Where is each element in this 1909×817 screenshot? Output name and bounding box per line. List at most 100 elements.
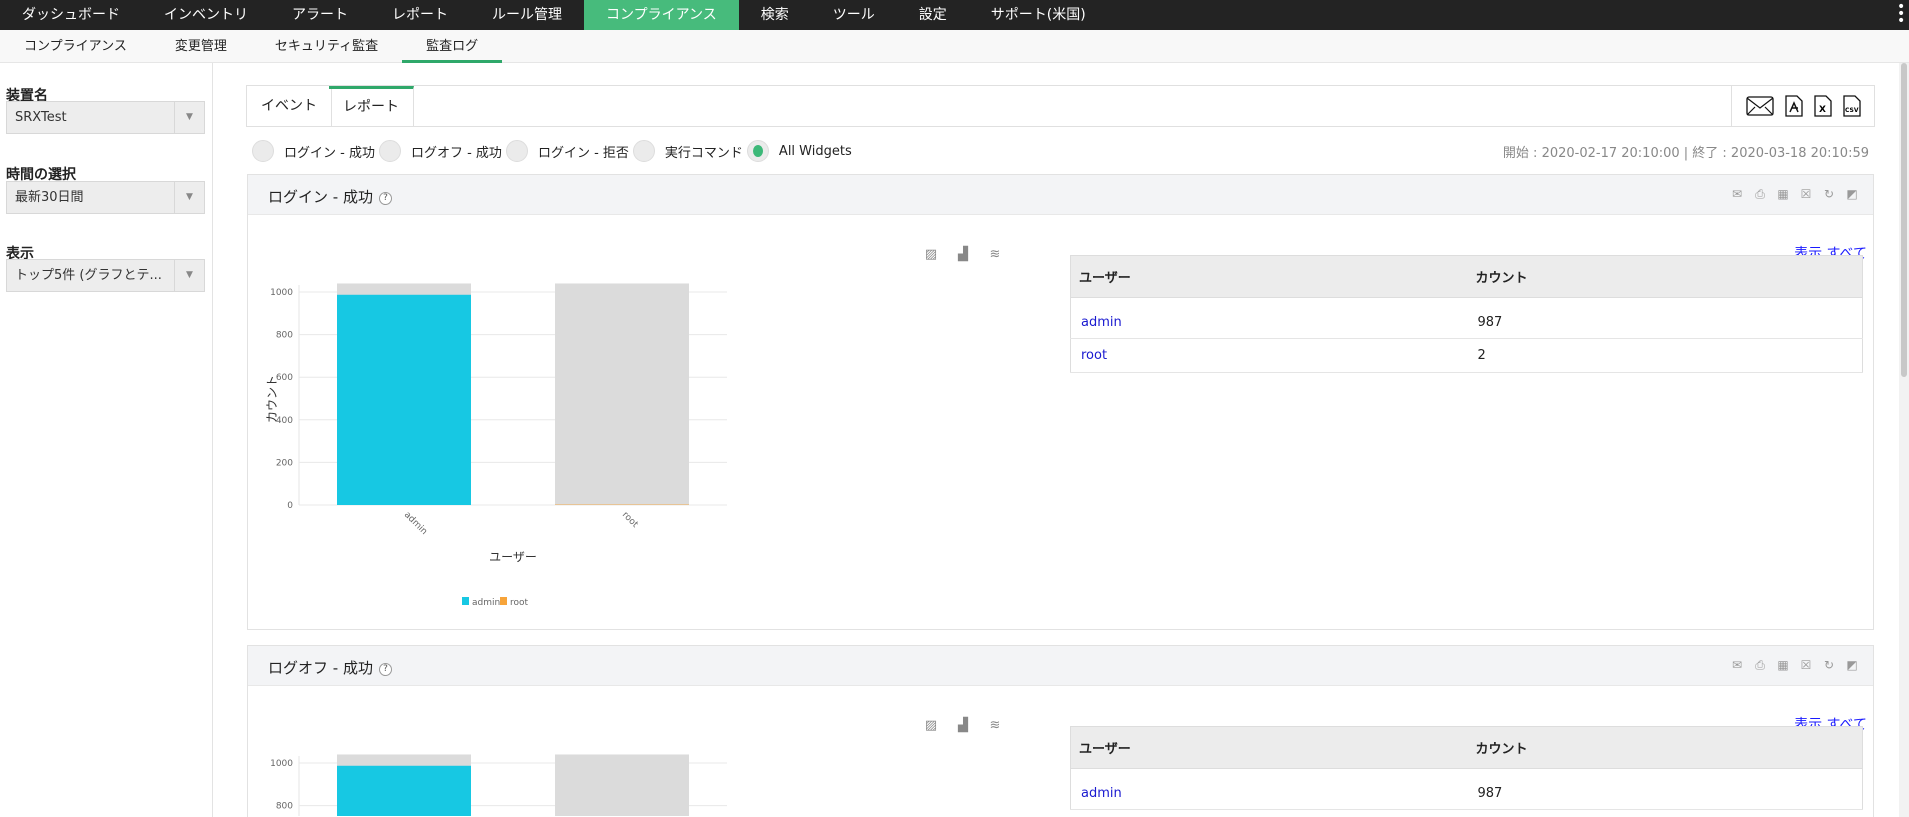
widget-logoff-success: ログオフ - 成功? ✉ ⎙ ▦ ☒ ↻ ◩ ▨ ▟ ≋ 表示 すべて ユーザー カウント admin 98… <box>247 645 1874 817</box>
bar-chart: 02004006008001000admin rootユーザーカウントadmin r… <box>265 283 727 608</box>
excel-icon[interactable]: ☒ <box>1799 187 1813 201</box>
nav-item[interactable]: アラート <box>270 0 370 30</box>
subnav-item[interactable]: セキュリティ監査 <box>251 30 402 62</box>
svg-text:X: X <box>1819 105 1826 115</box>
widget-filter: ログイン - 成功 ログオフ - 成功 ログイン - 拒否 実行コマンド All Wid… <box>252 140 856 162</box>
bar-background <box>555 754 689 816</box>
nav-item[interactable]: コンプライアンス <box>584 0 739 30</box>
nav-item[interactable]: 検索 <box>739 0 811 30</box>
tab-report[interactable]: レポート <box>329 86 414 126</box>
sub-nav: コンプライアンス 変更管理 セキュリティ監査 監査ログ <box>0 30 1909 63</box>
radio-button[interactable] <box>252 140 274 162</box>
excel-icon[interactable]: X <box>1813 95 1832 117</box>
line-chart-icon[interactable]: ≋ <box>984 247 1006 263</box>
subnav-item[interactable]: 監査ログ <box>402 30 503 63</box>
data-table: ユーザー カウント admin 987 <box>1070 726 1863 810</box>
bar-chart-icon[interactable]: ▟ <box>952 718 974 734</box>
chevron-down-icon: ▼ <box>174 182 204 213</box>
nav-item[interactable]: インベントリ <box>142 0 270 30</box>
expand-icon[interactable]: ◩ <box>1845 658 1859 672</box>
nav-item[interactable]: サポート(米国) <box>969 0 1108 30</box>
pdf-icon[interactable]: ⎙ <box>1753 658 1767 672</box>
y-tick-label: 200 <box>276 458 293 468</box>
widget-header: ログオフ - 成功? ✉ ⎙ ▦ ☒ ↻ ◩ <box>248 646 1873 686</box>
table-row: admin 987 <box>1070 297 1863 339</box>
widget-title: ログイン - 成功? <box>268 186 392 207</box>
email-icon[interactable]: ✉ <box>1730 187 1744 201</box>
expand-icon[interactable]: ◩ <box>1845 187 1859 201</box>
user-cell: admin <box>1070 297 1468 339</box>
device-select[interactable]: SRXTest ▼ <box>6 101 205 134</box>
bar-admin[interactable] <box>337 294 471 505</box>
display-select[interactable]: トップ5件 (グラフとテ... ▼ <box>6 259 205 292</box>
svg-text:CSV: CSV <box>1845 107 1859 114</box>
nav-item[interactable]: 設定 <box>897 0 969 30</box>
y-tick-label: 1000 <box>270 759 293 769</box>
count-cell: 987 <box>1467 768 1863 810</box>
line-chart-icon[interactable]: ≋ <box>984 718 1006 734</box>
y-axis-label: カウント <box>265 375 279 423</box>
pdf-icon[interactable]: ⎙ <box>1753 187 1767 201</box>
radio-button[interactable] <box>746 140 769 162</box>
widget-actions: ✉ ⎙ ▦ ☒ ↻ ◩ <box>1730 187 1859 201</box>
y-tick-label: 800 <box>276 331 293 341</box>
radio-label: ログイン - 拒否 <box>537 145 629 161</box>
x-tick-label: admin <box>402 510 429 537</box>
widget-title: ログオフ - 成功? <box>268 657 392 678</box>
area-chart-icon[interactable]: ▨ <box>920 247 942 263</box>
device-value: SRXTest <box>15 110 67 125</box>
scrollbar[interactable] <box>1899 63 1909 817</box>
chart-type-switcher: ▨ ▟ ≋ <box>920 247 1006 263</box>
widget-login-success: ログイン - 成功? ✉ ⎙ ▦ ☒ ↻ ◩ ▨ ▟ ≋ 表示 すべて ユーザー カウント admin 98… <box>247 174 1874 630</box>
radio-button[interactable] <box>378 140 401 162</box>
user-link[interactable]: root <box>1081 348 1107 363</box>
legend-label[interactable]: admin <box>472 598 500 608</box>
more-menu-icon[interactable]: • • • <box>1897 0 1905 28</box>
x-tick-label: root <box>620 510 640 530</box>
column-header: ユーザー <box>1070 726 1468 769</box>
chart-type-switcher: ▨ ▟ ≋ <box>920 718 1006 734</box>
radio-label: ログオフ - 成功 <box>410 145 502 161</box>
legend-label[interactable]: root <box>510 598 529 608</box>
nav-item[interactable]: ダッシュボード <box>0 0 142 30</box>
tab-bar: イベント レポート X CSV <box>246 85 1875 127</box>
table-row: admin 987 <box>1070 768 1863 810</box>
tab-event[interactable]: イベント <box>247 86 332 126</box>
help-icon[interactable]: ? <box>378 663 392 676</box>
chevron-down-icon: ▼ <box>174 260 204 291</box>
email-icon[interactable]: ✉ <box>1730 658 1744 672</box>
nav-item[interactable]: レポート <box>370 0 470 30</box>
help-icon[interactable]: ? <box>378 192 392 205</box>
user-link[interactable]: admin <box>1081 786 1122 801</box>
user-link[interactable]: admin <box>1081 315 1122 330</box>
excel-icon[interactable]: ☒ <box>1799 658 1813 672</box>
refresh-icon[interactable]: ↻ <box>1822 658 1836 672</box>
bar-admin[interactable] <box>337 765 471 816</box>
nav-item[interactable]: ルール管理 <box>470 0 584 30</box>
nav-item[interactable]: ツール <box>811 0 897 30</box>
radio-label: All Widgets <box>778 143 852 159</box>
table-header-row: ユーザー カウント <box>1070 726 1863 769</box>
scrollbar-thumb[interactable] <box>1901 63 1907 377</box>
chevron-down-icon: ▼ <box>174 102 204 133</box>
refresh-icon[interactable]: ↻ <box>1822 187 1836 201</box>
subnav-item[interactable]: コンプライアンス <box>0 30 151 62</box>
radio-button[interactable] <box>505 140 528 162</box>
widget-header: ログイン - 成功? ✉ ⎙ ▦ ☒ ↻ ◩ <box>248 175 1873 215</box>
time-select[interactable]: 最新30日間 ▼ <box>6 181 205 214</box>
calculator-icon[interactable]: ▦ <box>1776 187 1790 201</box>
data-table: ユーザー カウント admin 987 root 2 <box>1070 255 1863 373</box>
bar-chart-icon[interactable]: ▟ <box>952 247 974 263</box>
bar-background <box>555 283 689 505</box>
table-row: root 2 <box>1070 338 1863 373</box>
email-icon[interactable] <box>1745 96 1774 116</box>
calculator-icon[interactable]: ▦ <box>1776 658 1790 672</box>
legend: admin root <box>462 597 529 608</box>
pdf-icon[interactable] <box>1784 95 1803 117</box>
subnav-item[interactable]: 変更管理 <box>151 30 251 62</box>
widget-title-text: ログオフ - 成功 <box>268 659 373 677</box>
export-toolbar: X CSV <box>1731 86 1874 126</box>
csv-icon[interactable]: CSV <box>1842 95 1861 117</box>
radio-button[interactable] <box>632 140 655 162</box>
area-chart-icon[interactable]: ▨ <box>920 718 942 734</box>
